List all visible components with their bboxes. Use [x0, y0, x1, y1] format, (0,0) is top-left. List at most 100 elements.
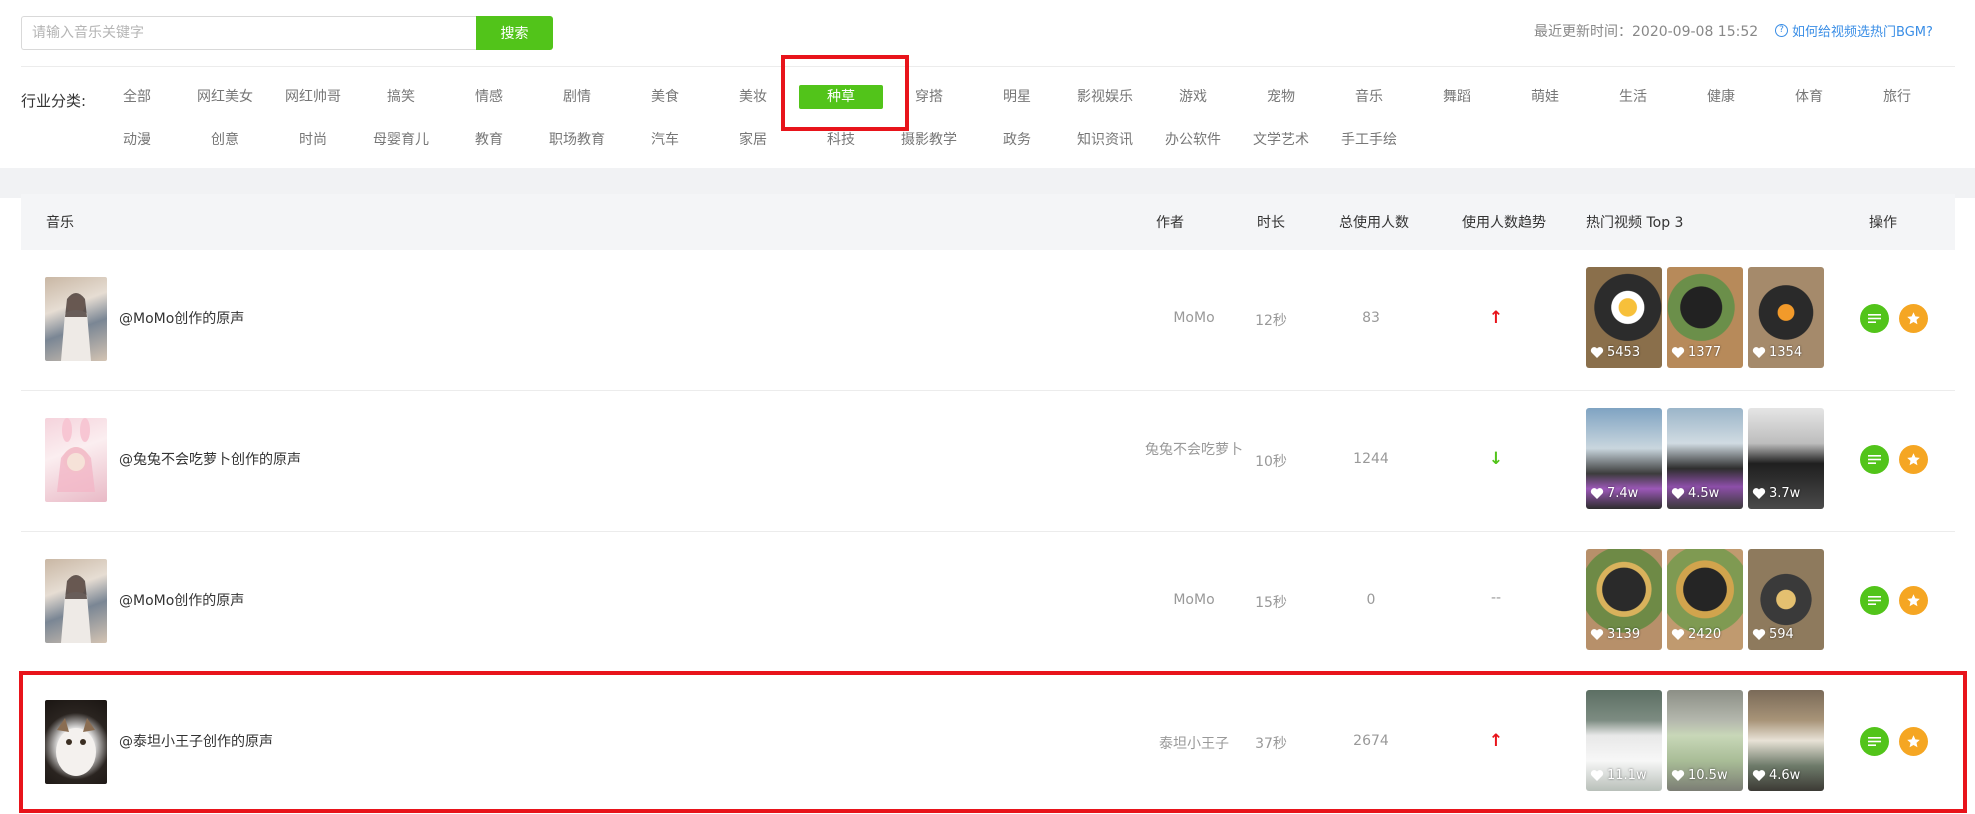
category-item[interactable]: 时尚 [271, 128, 355, 152]
heart-icon [1752, 347, 1766, 358]
category-item[interactable]: 家居 [711, 128, 795, 152]
category-item[interactable]: 政务 [975, 128, 1059, 152]
author: 兔兔不会吃萝卜 [1145, 442, 1243, 458]
likes-count: 5453 [1590, 345, 1640, 360]
trend-indicator: -- [1490, 590, 1502, 606]
favorite-button[interactable] [1899, 586, 1928, 615]
list-icon [1868, 596, 1881, 605]
duration: 37秒 [1255, 736, 1287, 752]
category-item[interactable]: 宠物 [1239, 85, 1323, 109]
help-link[interactable]: ? 如何给视频选热门BGM? [1775, 21, 1933, 40]
header-music: 音乐 [46, 215, 74, 231]
category-item[interactable]: 母婴育儿 [359, 128, 443, 152]
trend-indicator: ↓ [1488, 449, 1504, 469]
video-thumbnail[interactable]: 7.4w [1586, 408, 1662, 509]
song-name[interactable]: @MoMo创作的原声 [119, 590, 244, 610]
song-name[interactable]: @MoMo创作的原声 [119, 308, 244, 328]
video-thumbnail[interactable]: 3.7w [1748, 408, 1824, 509]
category-item[interactable]: 创意 [183, 128, 267, 152]
video-thumbnail[interactable]: 4.5w [1667, 408, 1743, 509]
category-item[interactable]: 动漫 [95, 128, 179, 152]
category-item[interactable]: 萌娃 [1503, 85, 1587, 109]
table-row: @兔兔不会吃萝卜创作的原声 兔兔不会吃萝卜 10秒 1244 ↓ 7.4w 4.… [21, 391, 1955, 532]
category-item[interactable]: 剧情 [535, 85, 619, 109]
category-item[interactable]: 教育 [447, 128, 531, 152]
heart-icon [1671, 770, 1685, 781]
video-thumbnail[interactable]: 1354 [1748, 267, 1824, 368]
category-item-active[interactable]: 种草 [799, 85, 883, 109]
category-label: 行业分类: [21, 92, 87, 110]
category-item[interactable]: 搞笑 [359, 85, 443, 109]
category-item[interactable]: 汽车 [623, 128, 707, 152]
category-item[interactable]: 网红美女 [183, 85, 267, 109]
list-icon [1868, 737, 1881, 746]
category-item[interactable]: 办公软件 [1151, 128, 1235, 152]
header-duration: 时长 [1257, 215, 1285, 231]
category-item[interactable]: 文学艺术 [1239, 128, 1323, 152]
category-item[interactable]: 舞蹈 [1415, 85, 1499, 109]
heart-icon [1590, 347, 1604, 358]
favorite-button[interactable] [1899, 304, 1928, 333]
video-thumbnail[interactable]: 594 [1748, 549, 1824, 650]
avatar[interactable] [45, 277, 107, 361]
category-item[interactable]: 美妆 [711, 85, 795, 109]
category-item[interactable]: 旅行 [1855, 85, 1939, 109]
avatar[interactable] [45, 700, 107, 784]
help-link-label: 如何给视频选热门BGM? [1792, 25, 1933, 40]
category-item[interactable]: 手工手绘 [1327, 128, 1411, 152]
category-item[interactable]: 明星 [975, 85, 1059, 109]
search-input[interactable] [21, 16, 477, 50]
category-item[interactable]: 穿搭 [887, 85, 971, 109]
category-item[interactable]: 摄影教学 [887, 128, 971, 152]
video-thumbnail[interactable]: 10.5w [1667, 690, 1743, 791]
star-icon [1907, 594, 1920, 607]
category-item[interactable]: 美食 [623, 85, 707, 109]
likes-count: 4.5w [1671, 486, 1719, 501]
heart-icon [1671, 629, 1685, 640]
category-item[interactable]: 游戏 [1151, 85, 1235, 109]
song-name[interactable]: @泰坦小王子创作的原声 [119, 731, 273, 751]
search-button[interactable]: 搜索 [476, 16, 553, 50]
star-icon [1907, 312, 1920, 325]
trend-indicator: ↑ [1488, 731, 1504, 751]
likes-count: 10.5w [1671, 768, 1728, 783]
video-thumbnail[interactable]: 4.6w [1748, 690, 1824, 791]
category-item[interactable]: 科技 [799, 128, 883, 152]
likes-count: 4.6w [1752, 768, 1800, 783]
star-icon [1907, 453, 1920, 466]
table-row: @MoMo创作的原声 MoMo 12秒 83 ↑ 5453 1377 1354 [21, 250, 1955, 391]
category-item[interactable]: 音乐 [1327, 85, 1411, 109]
list-button[interactable] [1860, 727, 1889, 756]
category-item[interactable]: 健康 [1679, 85, 1763, 109]
favorite-button[interactable] [1899, 727, 1928, 756]
category-item[interactable]: 情感 [447, 85, 531, 109]
video-thumbnail[interactable]: 11.1w [1586, 690, 1662, 791]
category-item[interactable]: 影视娱乐 [1063, 85, 1147, 109]
favorite-button[interactable] [1899, 445, 1928, 474]
category-item[interactable]: 知识资讯 [1063, 128, 1147, 152]
likes-count: 3139 [1590, 627, 1640, 642]
category-item[interactable]: 全部 [95, 85, 179, 109]
table-row: @泰坦小王子创作的原声 泰坦小王子 37秒 2674 ↑ 11.1w 10.5w… [21, 673, 1955, 814]
category-item[interactable]: 体育 [1767, 85, 1851, 109]
category-item[interactable]: 生活 [1591, 85, 1675, 109]
table-row: @MoMo创作的原声 MoMo 15秒 0 -- 3139 2420 594 [21, 532, 1955, 673]
video-thumbnail[interactable]: 1377 [1667, 267, 1743, 368]
category-item[interactable]: 职场教育 [535, 128, 619, 152]
video-thumbnail[interactable]: 2420 [1667, 549, 1743, 650]
avatar[interactable] [45, 559, 107, 643]
duration: 12秒 [1255, 313, 1287, 329]
heart-icon [1752, 629, 1766, 640]
video-thumbnail[interactable]: 5453 [1586, 267, 1662, 368]
list-button[interactable] [1860, 445, 1889, 474]
likes-count: 1354 [1752, 345, 1802, 360]
video-thumbnail[interactable]: 3139 [1586, 549, 1662, 650]
music-table: 音乐 作者 时长 总使用人数 使用人数趋势 热门视频 Top 3 操作 @MoM… [21, 194, 1955, 813]
list-button[interactable] [1860, 586, 1889, 615]
list-button[interactable] [1860, 304, 1889, 333]
song-name[interactable]: @兔兔不会吃萝卜创作的原声 [119, 449, 301, 469]
update-time: 最近更新时间：2020-09-08 15:52 [1534, 24, 1759, 40]
category-item[interactable]: 网红帅哥 [271, 85, 355, 109]
total-users: 0 [1366, 592, 1376, 608]
avatar[interactable] [45, 418, 107, 502]
